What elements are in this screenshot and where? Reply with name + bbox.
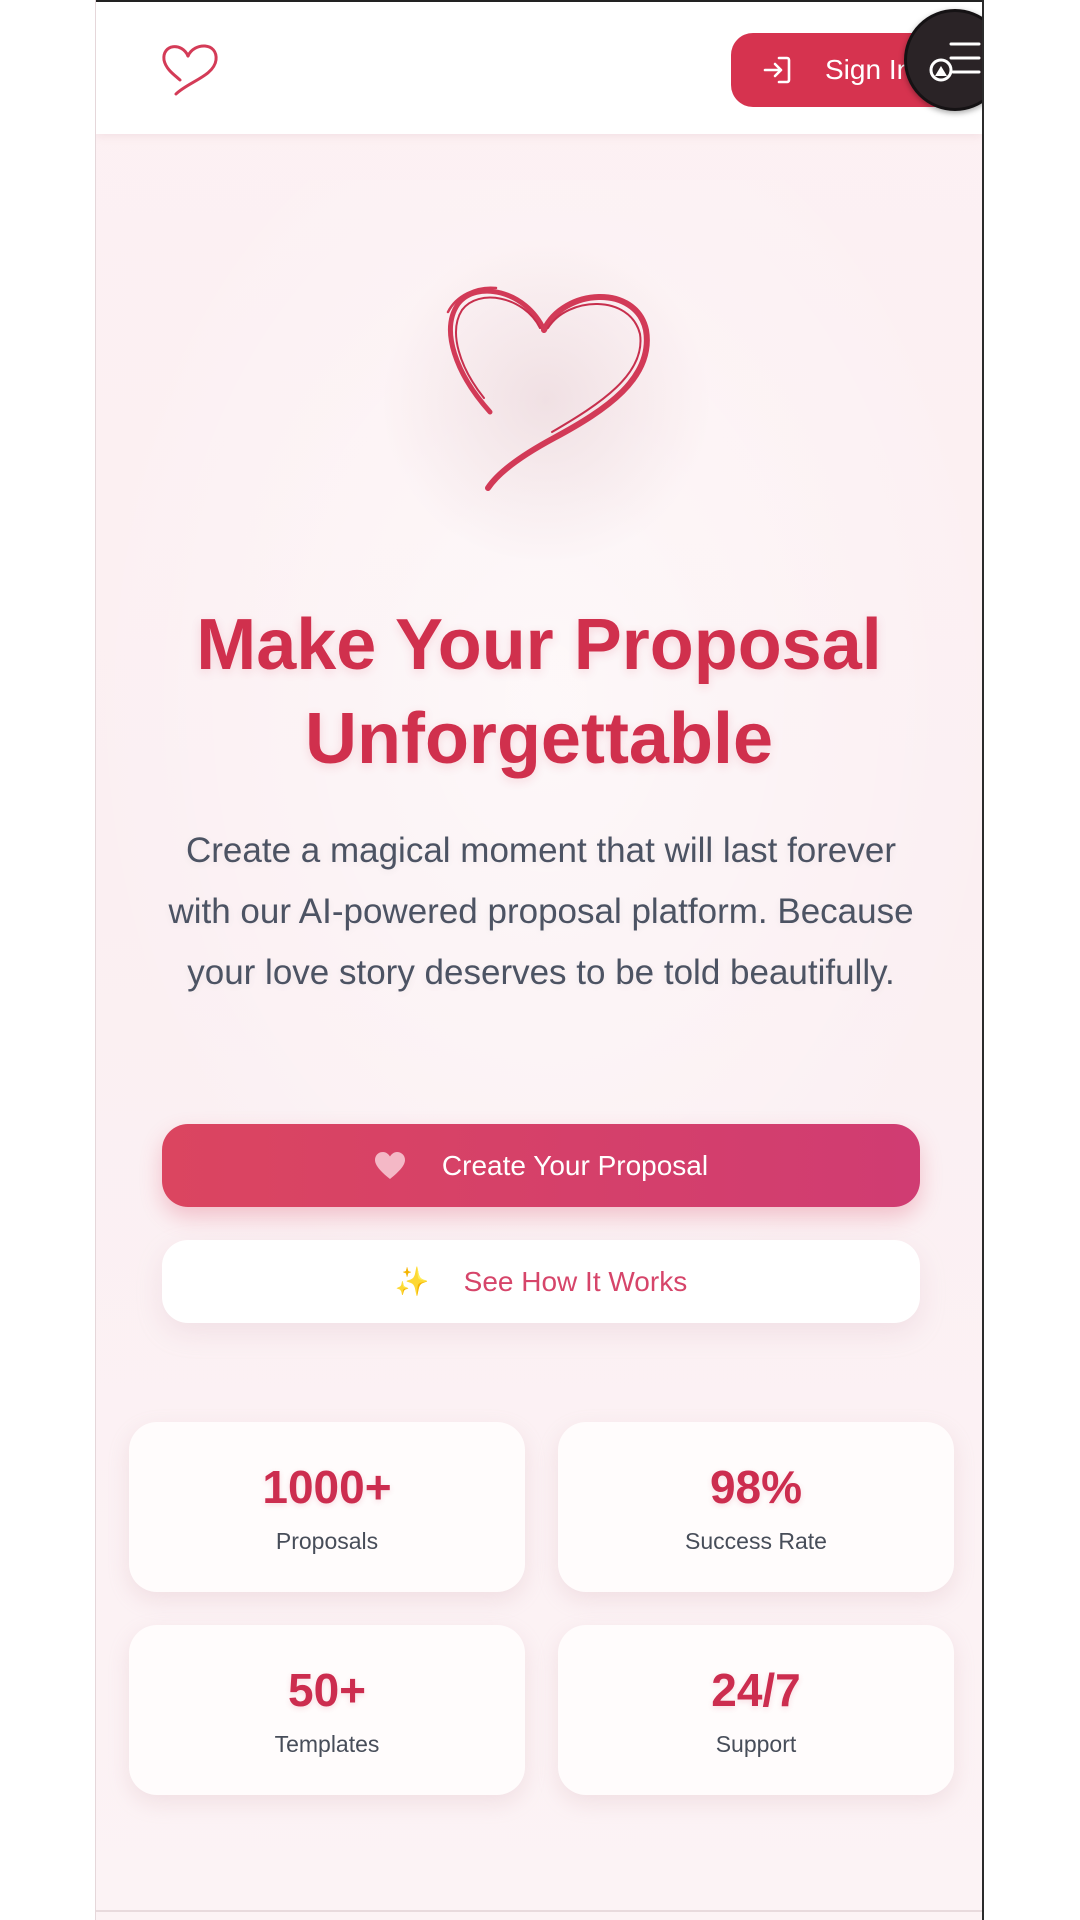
stat-label: Templates	[274, 1731, 380, 1757]
heart-outline-icon[interactable]	[158, 38, 220, 98]
hero-title-line-2: Unforgettable	[305, 699, 773, 779]
hero-title: Make Your Proposal Unforgettable	[96, 598, 982, 786]
top-header: Sign In	[96, 0, 982, 134]
stat-value: 98%	[709, 1461, 803, 1513]
menu-lines-icon	[929, 42, 981, 82]
stat-value: 50+	[287, 1664, 367, 1716]
stat-card-support: 24/7 Support	[558, 1625, 954, 1795]
stat-card-templates: 50+ Templates	[129, 1625, 525, 1795]
brush-heart-icon	[446, 286, 650, 491]
landing-page: Sign In Make Your Proposal Unforgettable…	[95, 0, 984, 1920]
stat-label: Support	[715, 1731, 797, 1757]
stat-value: 1000+	[262, 1461, 392, 1513]
see-how-it-works-label: See How It Works	[463, 1265, 688, 1297]
divider	[96, 1910, 982, 1912]
hero-title-line-1: Make Your Proposal	[196, 605, 882, 685]
sign-in-label: Sign In	[825, 54, 913, 85]
heart-icon	[374, 1151, 405, 1179]
stat-card-success-rate: 98% Success Rate	[558, 1422, 954, 1592]
stat-label: Proposals	[275, 1528, 379, 1554]
create-proposal-button[interactable]: Create Your Proposal	[162, 1124, 920, 1207]
stat-label: Success Rate	[685, 1528, 827, 1554]
sparkles-icon: ✨	[394, 1266, 430, 1297]
create-proposal-label: Create Your Proposal	[441, 1149, 709, 1181]
sign-in-arrow-icon	[763, 56, 791, 84]
see-how-it-works-button[interactable]: ✨ See How It Works	[162, 1240, 920, 1323]
stat-value: 24/7	[711, 1664, 801, 1716]
stat-card-proposals: 1000+ Proposals	[129, 1422, 525, 1592]
hero-subtitle: Create a magical moment that will last f…	[168, 831, 914, 992]
